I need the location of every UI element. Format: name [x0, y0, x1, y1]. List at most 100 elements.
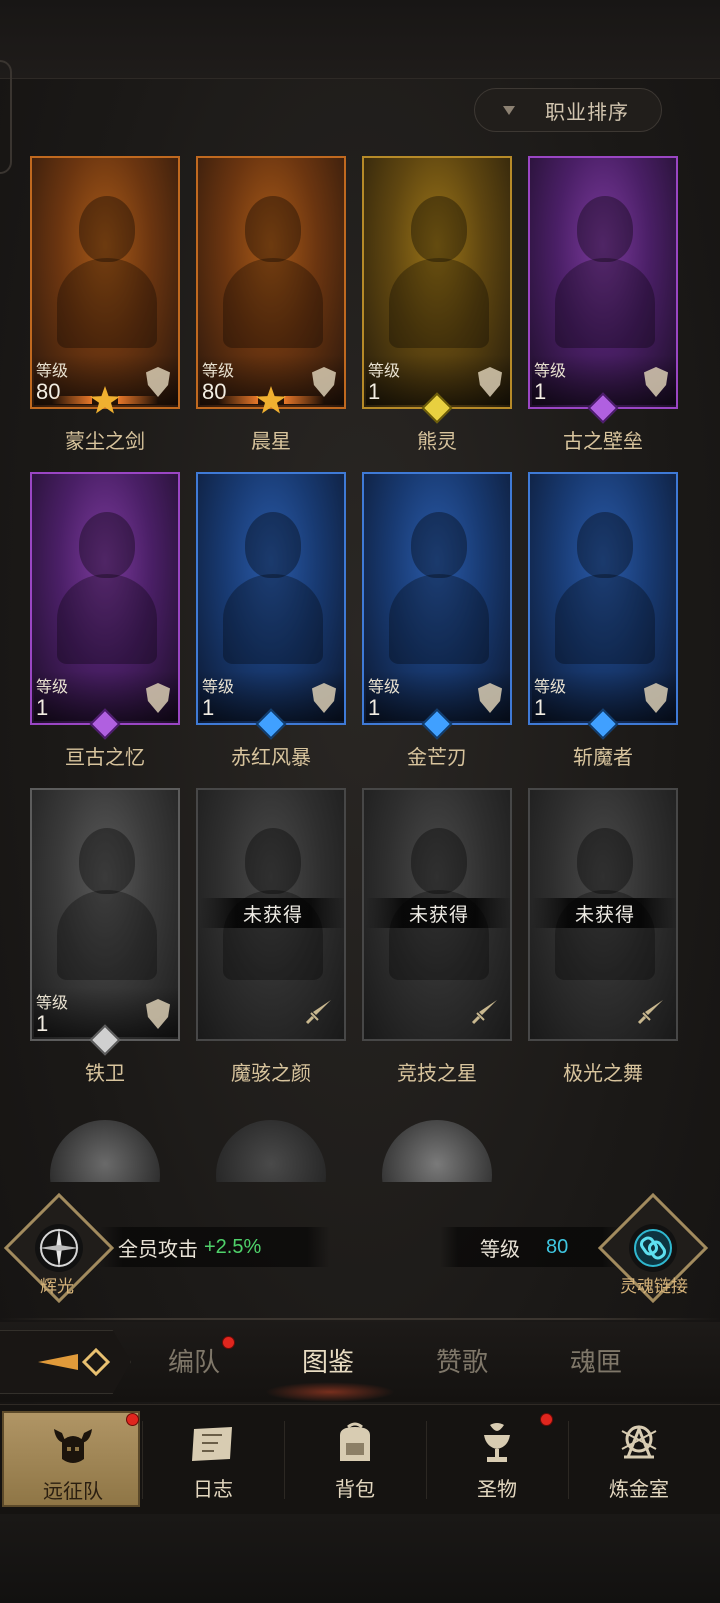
hero-portrait: 未获得: [362, 788, 512, 1041]
not-obtained-label: 未获得: [200, 898, 344, 928]
level-label: 等级: [368, 363, 401, 380]
hero-card-locked[interactable]: 未获得 极光之舞: [528, 788, 678, 1085]
top-frame: [0, 0, 720, 79]
compass-icon: [39, 1228, 79, 1268]
nav-label: 日志: [193, 1479, 233, 1501]
hero-portrait: 等级 80: [30, 156, 180, 409]
level-label: 等级: [36, 679, 69, 696]
hero-name: 亘古之忆: [65, 747, 145, 769]
soul-link-caption: 灵魂链接: [620, 1277, 688, 1296]
hero-name: 晨星: [251, 431, 291, 453]
sword-icon: [305, 1000, 331, 1025]
hero-card[interactable]: 等级 1 亘古之忆: [30, 472, 180, 769]
radiance-caption: 辉光: [40, 1277, 74, 1296]
sword-icon: [637, 1000, 663, 1025]
hero-card[interactable]: 等级 1 金芒刃: [362, 472, 512, 769]
tab-codex[interactable]: 图鉴: [302, 1342, 354, 1379]
hero-card[interactable]: 等级 1 斩魔者: [528, 472, 678, 769]
notification-dot: [540, 1413, 553, 1426]
sub-tab-bar: 编队 图鉴 赞歌 魂匣: [0, 1322, 720, 1402]
not-obtained-label: 未获得: [366, 898, 510, 928]
bottom-frame: [0, 1514, 720, 1603]
hero-portrait: 等级 1: [30, 788, 180, 1041]
bottom-nav: 远征队 日志 背包 圣物 炼金室: [0, 1404, 720, 1515]
hero-portrait: 等级 1: [528, 472, 678, 725]
alchemy-icon: [621, 1424, 657, 1459]
horned-helmet-icon: [54, 1429, 92, 1463]
nav-label: 圣物: [477, 1479, 517, 1501]
level-value: 1: [534, 379, 547, 404]
hero-portrait: 未获得: [196, 788, 346, 1041]
hero-card[interactable]: 等级 1 铁卫: [30, 788, 180, 1085]
level-label: 等级: [202, 679, 235, 696]
level-label: 等级: [368, 679, 401, 696]
nav-label: 远征队: [43, 1481, 103, 1503]
hero-card-partial[interactable]: [30, 1110, 180, 1182]
level-value: 80: [546, 1235, 569, 1258]
hero-name: 铁卫: [85, 1063, 125, 1085]
sort-by-class-button[interactable]: 职业排序: [474, 88, 662, 132]
level-value: 1: [368, 695, 381, 720]
level-value: 1: [202, 695, 215, 720]
level-label: 等级: [36, 995, 69, 1012]
notification-dot: [222, 1336, 235, 1349]
sort-button-label: 职业排序: [545, 101, 629, 124]
hero-card-partial[interactable]: [362, 1110, 512, 1182]
nav-label: 背包: [335, 1479, 375, 1501]
hero-name: 赤红风暴: [231, 747, 311, 769]
hero-card-partial[interactable]: [196, 1110, 346, 1182]
bonus-label: 全员攻击: [118, 1238, 198, 1261]
hero-name: 斩魔者: [573, 747, 633, 769]
tab-formation[interactable]: 编队: [168, 1342, 220, 1379]
hero-portrait: 等级 1: [196, 472, 346, 725]
hero-name: 极光之舞: [563, 1063, 643, 1085]
team-level: 等级 80: [440, 1227, 620, 1267]
not-obtained-label: 未获得: [532, 898, 676, 928]
level-value: 1: [36, 1011, 49, 1036]
nav-expedition[interactable]: 远征队: [2, 1411, 140, 1507]
level-label: 等级: [534, 679, 567, 696]
hero-name: 魔骇之颜: [231, 1063, 311, 1085]
chalice-icon: [484, 1423, 510, 1462]
hero-name: 金芒刃: [407, 747, 467, 769]
level-label: 等级: [202, 363, 235, 380]
level-label: 等级: [480, 1238, 520, 1261]
backpack-icon: [340, 1422, 370, 1461]
hero-portrait: 等级 1: [362, 472, 512, 725]
hero-name: 古之壁垒: [563, 431, 643, 453]
hero-card[interactable]: 等级 1 赤红风暴: [196, 472, 346, 769]
hero-name: 竞技之星: [397, 1063, 477, 1085]
hero-card[interactable]: 等级 80 蒙尘之剑: [30, 156, 180, 453]
level-value: 1: [36, 695, 49, 720]
tab-anthem[interactable]: 赞歌: [436, 1342, 488, 1379]
nav-backpack[interactable]: 背包: [286, 1411, 424, 1507]
notification-dot: [126, 1413, 139, 1426]
nav-label: 炼金室: [609, 1479, 669, 1501]
hero-portrait: 未获得: [528, 788, 678, 1041]
hero-portrait: 等级 1: [528, 156, 678, 409]
hero-portrait: 等级 1: [362, 156, 512, 409]
bonus-value: +2.5%: [204, 1235, 262, 1258]
level-label: 等级: [534, 363, 567, 380]
tab-soul-box[interactable]: 魂匣: [570, 1342, 622, 1379]
hero-portrait: 等级 80: [196, 156, 346, 409]
arrow-back-icon: [38, 1347, 111, 1377]
hero-name: 蒙尘之剑: [65, 431, 145, 453]
scroll-map-icon: [192, 1427, 232, 1461]
hero-card[interactable]: 等级 80 晨星: [196, 156, 346, 453]
team-stats-bar: 全员攻击 +2.5% 等级 80 辉光 灵魂链接: [0, 1192, 720, 1304]
level-value: 1: [534, 695, 547, 720]
back-button[interactable]: [0, 1330, 131, 1394]
team-attack-bonus: 全员攻击 +2.5%: [100, 1227, 330, 1267]
side-pull-tab[interactable]: [0, 60, 12, 174]
nav-alchemy[interactable]: 炼金室: [570, 1411, 708, 1507]
hero-card-locked[interactable]: 未获得 竞技之星: [362, 788, 512, 1085]
hero-card-locked[interactable]: 未获得 魔骇之颜: [196, 788, 346, 1085]
level-label: 等级: [36, 363, 69, 380]
chain-link-icon: [634, 1229, 672, 1267]
hero-card[interactable]: 等级 1 熊灵: [362, 156, 512, 453]
sword-icon: [471, 1000, 497, 1025]
dropdown-triangle-icon: [503, 105, 515, 115]
hero-card[interactable]: 等级 1 古之壁垒: [528, 156, 678, 453]
nav-journal[interactable]: 日志: [144, 1411, 282, 1507]
